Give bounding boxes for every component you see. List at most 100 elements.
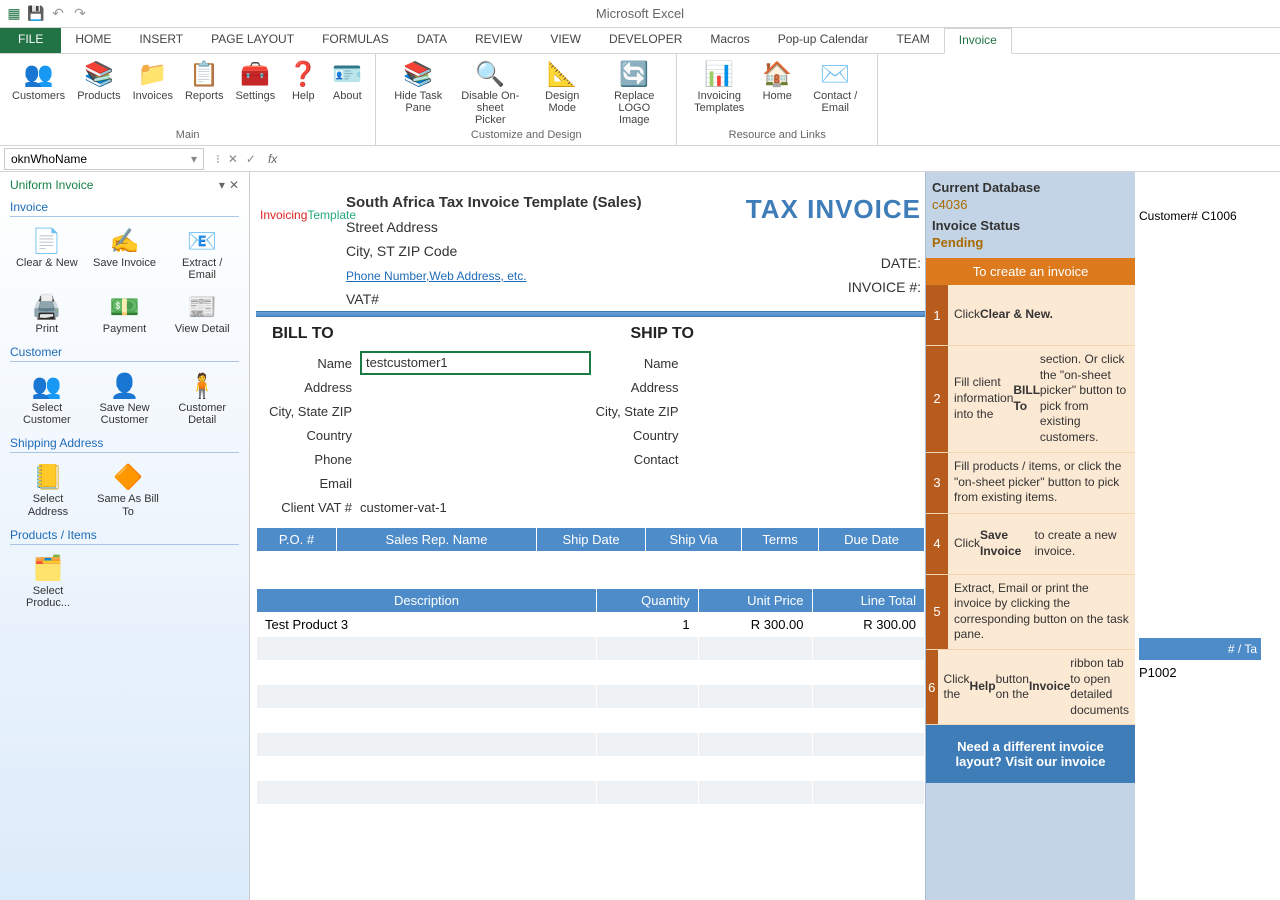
close-icon[interactable]: ✕ <box>229 178 239 192</box>
redo-icon[interactable]: ↷ <box>70 4 90 24</box>
select-customer-icon: 👥 <box>31 370 63 402</box>
cta-banner[interactable]: Need a different invoice layout? Visit o… <box>926 725 1135 783</box>
invoice-number-label: INVOICE #: <box>721 279 921 295</box>
templates-icon: 📊 <box>703 58 735 90</box>
ribbon-design-mode[interactable]: 📐Design Mode <box>526 56 598 129</box>
invoice-logo: InvoicingTemplate <box>260 180 346 222</box>
btn-customer-detail[interactable]: 🧍Customer Detail <box>165 368 239 428</box>
btn-select-product[interactable]: 🗂️Select Produc... <box>10 551 86 611</box>
customer-id: C1006 <box>1201 209 1236 223</box>
steps-banner: To create an invoice <box>926 258 1135 285</box>
db-id: c4036 <box>932 197 1129 212</box>
reports-icon: 📋 <box>188 58 220 90</box>
ribbon-help[interactable]: ❓Help <box>281 56 325 129</box>
ribbon-settings[interactable]: 🧰Settings <box>230 56 282 129</box>
btn-select-address[interactable]: 📒Select Address <box>10 459 86 519</box>
far-col-header: # / Ta <box>1139 638 1261 660</box>
tab-popup-calendar[interactable]: Pop-up Calendar <box>764 28 883 53</box>
task-pane-title: Uniform Invoice <box>10 178 93 192</box>
tab-macros[interactable]: Macros <box>696 28 763 53</box>
formula-dropdown-icon[interactable]: ⁝ <box>216 152 220 166</box>
tab-view[interactable]: VIEW <box>536 28 595 53</box>
tax-invoice-heading: TAX INVOICE <box>721 194 921 225</box>
ribbon-reports[interactable]: 📋Reports <box>179 56 230 129</box>
ribbon-invoicing-templates[interactable]: 📊Invoicing Templates <box>683 56 755 129</box>
btn-clear-new[interactable]: 📄Clear & New <box>10 223 84 283</box>
ribbon-customers[interactable]: 👥Customers <box>6 56 71 129</box>
ribbon-invoices[interactable]: 📁Invoices <box>127 56 179 129</box>
street-address: Street Address <box>346 219 721 235</box>
client-vat-input[interactable]: customer-vat-1 <box>360 500 591 515</box>
app-title: Microsoft Excel <box>596 6 684 21</box>
same-as-icon: 🔶 <box>112 461 144 493</box>
ribbon-group-main: Main <box>176 129 200 143</box>
ribbon-replace-logo[interactable]: 🔄Replace LOGO Image <box>598 56 670 129</box>
ribbon-contact-email[interactable]: ✉️Contact / Email <box>799 56 871 129</box>
design-icon: 📐 <box>546 58 578 90</box>
btn-print[interactable]: 🖨️Print <box>10 289 84 337</box>
tab-review[interactable]: REVIEW <box>461 28 536 53</box>
divider <box>256 311 925 317</box>
tab-home[interactable]: HOME <box>61 28 125 53</box>
tp-section-products: Products / Items <box>10 528 239 545</box>
btn-view-detail[interactable]: 📰View Detail <box>165 289 239 337</box>
email-icon: ✉️ <box>819 58 851 90</box>
tab-formulas[interactable]: FORMULAS <box>308 28 403 53</box>
tab-team[interactable]: TEAM <box>882 28 943 53</box>
chevron-down-icon[interactable]: ▾ <box>191 152 197 166</box>
ribbon-home[interactable]: 🏠Home <box>755 56 799 129</box>
step-4: 4Click Save Invoice to create a new invo… <box>926 514 1135 575</box>
side-panel: Current Database c4036 Invoice Status Pe… <box>925 172 1135 900</box>
ribbon-hide-task-pane[interactable]: 📚Hide Task Pane <box>382 56 454 129</box>
ribbon-group-resource: Resource and Links <box>729 129 826 143</box>
btn-same-as-bill[interactable]: 🔶Same As Bill To <box>90 459 166 519</box>
step-3: 3Fill products / items, or click the "on… <box>926 453 1135 514</box>
step-5: 5Extract, Email or print the invoice by … <box>926 575 1135 650</box>
btn-extract-email[interactable]: 📧Extract / Email <box>165 223 239 283</box>
ribbon-about[interactable]: 🪪About <box>325 56 369 129</box>
tab-data[interactable]: DATA <box>403 28 461 53</box>
enter-icon[interactable]: ✓ <box>246 152 256 166</box>
date-label: DATE: <box>721 255 921 271</box>
print-icon: 🖨️ <box>31 291 63 323</box>
tab-insert[interactable]: INSERT <box>125 28 197 53</box>
btn-save-invoice[interactable]: ✍️Save Invoice <box>88 223 162 283</box>
btn-save-new-customer[interactable]: 👤Save New Customer <box>88 368 162 428</box>
new-customer-icon: 👤 <box>109 370 141 402</box>
tab-developer[interactable]: DEVELOPER <box>595 28 696 53</box>
product-code: P1002 <box>1139 660 1261 684</box>
task-pane-menu-icon[interactable]: ▾ <box>219 178 225 192</box>
bill-to-heading: BILL TO <box>264 325 591 343</box>
products-icon: 📚 <box>83 58 115 90</box>
contact-link[interactable]: Phone Number,Web Address, etc. <box>346 269 527 283</box>
tab-invoice[interactable]: Invoice <box>944 28 1012 54</box>
invoices-icon: 📁 <box>137 58 169 90</box>
order-table[interactable]: P.O. #Sales Rep. NameShip DateShip ViaTe… <box>256 527 925 576</box>
cancel-icon[interactable]: ✕ <box>228 152 238 166</box>
product-icon: 🗂️ <box>32 553 64 585</box>
current-db-label: Current Database <box>932 180 1129 195</box>
ribbon-disable-picker[interactable]: 🔍Disable On-sheet Picker <box>454 56 526 129</box>
btn-select-customer[interactable]: 👥Select Customer <box>10 368 84 428</box>
search-icon: 🔍 <box>474 58 506 90</box>
btn-payment[interactable]: 💵Payment <box>88 289 162 337</box>
tab-page-layout[interactable]: PAGE LAYOUT <box>197 28 308 53</box>
hide-pane-icon: 📚 <box>402 58 434 90</box>
tp-section-shipping: Shipping Address <box>10 436 239 453</box>
far-right-panel: Customer# C1006 # / Ta P1002 <box>1135 172 1265 900</box>
tab-file[interactable]: FILE <box>0 28 61 53</box>
home-icon: 🏠 <box>761 58 793 90</box>
undo-icon[interactable]: ↶ <box>48 4 68 24</box>
save-icon[interactable]: 💾 <box>26 4 46 24</box>
lines-table[interactable]: DescriptionQuantityUnit PriceLine Total … <box>256 588 925 805</box>
fx-icon[interactable]: fx <box>264 152 281 166</box>
customers-icon: 👥 <box>23 58 55 90</box>
task-pane: Uniform Invoice ▾✕ Invoice 📄Clear & New … <box>0 172 250 900</box>
name-box[interactable]: oknWhoName▾ <box>4 148 204 170</box>
step-1: 1Click Clear & New. <box>926 285 1135 346</box>
bill-name-input[interactable]: testcustomer1 <box>360 351 591 375</box>
title-bar: ▦ 💾 ↶ ↷ Microsoft Excel <box>0 0 1280 28</box>
worksheet[interactable]: InvoicingTemplate South Africa Tax Invoi… <box>250 172 1280 900</box>
ribbon-products[interactable]: 📚Products <box>71 56 126 129</box>
step-2: 2Fill client information into the BILL T… <box>926 346 1135 453</box>
